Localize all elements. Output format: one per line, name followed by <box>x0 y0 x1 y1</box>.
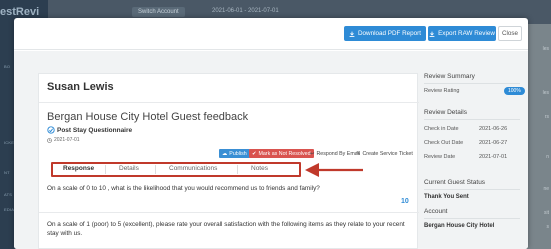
create-service-ticket-label: Create Service Ticket <box>362 150 413 157</box>
check-in-label: Check in Date <box>424 126 459 132</box>
download-pdf-label: Download PDF Report <box>358 30 421 37</box>
review-content-card: Susan Lewis Bergan House City Hotel Gues… <box>38 73 419 249</box>
question-text: On a scale of 0 to 10 , what is the like… <box>47 185 320 192</box>
bg-nav-item[interactable]: BO <box>4 64 10 69</box>
divider <box>424 119 520 120</box>
bg-text: ne <box>543 186 549 192</box>
bg-nav-item[interactable]: NT <box>4 170 10 175</box>
tab-details[interactable]: Details <box>119 165 139 172</box>
bg-text: les <box>542 90 549 96</box>
reply-icon: ↩ <box>310 150 315 157</box>
review-date-value: 2021-07-01 <box>479 154 508 160</box>
guest-status-title: Current Guest Status <box>424 179 486 186</box>
download-icon <box>349 31 355 37</box>
review-rating-label: Review Rating <box>424 88 460 94</box>
guest-status-value: Thank You Sent <box>424 194 469 200</box>
bg-text: n <box>546 154 549 160</box>
create-service-ticket-button[interactable]: ✎ Create Service Ticket <box>353 149 416 158</box>
clock-icon <box>47 137 52 143</box>
check-out-label: Check Out Date <box>424 140 464 146</box>
bg-nav-item[interactable]: EDIA <box>4 207 14 212</box>
questionnaire-name: Post Stay Questionnaire <box>57 126 133 134</box>
divider <box>39 102 419 103</box>
cloud-icon: ☁ <box>222 150 228 157</box>
download-pdf-button[interactable]: Download PDF Report <box>344 26 426 41</box>
brand-logo-text: estRevi <box>0 6 40 18</box>
review-summary-panel: Review Summary Review Rating 100% Review… <box>424 73 525 249</box>
bg-text: s <box>546 224 550 230</box>
export-raw-label: Export RAW Review <box>438 30 495 37</box>
switch-account-button[interactable]: Switch Account <box>132 7 185 17</box>
review-details-title: Review Details <box>424 109 467 116</box>
review-date-label: Review Date <box>424 154 456 160</box>
feedback-title: Bergan House City Hotel Guest feedback <box>47 111 249 123</box>
review-tabs: Response Details Communications Notes <box>51 162 301 177</box>
questionnaire-label: Post Stay Questionnaire <box>47 126 132 134</box>
tab-separator <box>155 165 156 174</box>
guest-name: Susan Lewis <box>47 81 114 93</box>
bg-text: rs <box>544 114 549 120</box>
bg-text: sit <box>544 210 549 216</box>
tab-notes[interactable]: Notes <box>251 165 268 172</box>
mark-not-resolved-button[interactable]: ✔ Mark as Not Resolved <box>249 149 314 158</box>
tab-separator <box>105 165 106 174</box>
export-raw-button[interactable]: Export RAW Review <box>428 26 496 41</box>
question-answer: 10 <box>401 198 409 205</box>
questionnaire-icon <box>47 126 55 134</box>
check-in-value: 2021-06-26 <box>479 126 508 132</box>
account-value: Bergan House City Hotel <box>424 223 495 229</box>
check-out-value: 2021-06-27 <box>479 140 508 146</box>
divider <box>424 189 520 190</box>
review-summary-title: Review Summary <box>424 73 475 80</box>
date-range: 2021-06-01 - 2021-07-01 <box>212 8 279 14</box>
tab-communications[interactable]: Communications <box>169 165 217 172</box>
tag-icon: ✎ <box>356 150 361 157</box>
annotation-arrow-icon <box>305 163 363 177</box>
export-icon <box>429 31 435 37</box>
tab-separator <box>237 165 238 174</box>
mark-not-resolved-label: Mark as Not Resolved <box>258 150 311 157</box>
modal-header: Download PDF Report Export RAW Review Cl… <box>14 18 528 50</box>
question-text: On a scale of 1 (poor) to 5 (excellent),… <box>47 221 405 237</box>
divider <box>424 218 520 219</box>
divider <box>39 212 419 213</box>
bg-nav-item[interactable]: ATS <box>4 192 12 197</box>
publish-label: Publish <box>229 150 247 157</box>
check-icon: ✔ <box>252 150 257 157</box>
review-modal: Download PDF Report Export RAW Review Cl… <box>14 18 528 249</box>
publish-button[interactable]: ☁ Publish <box>219 149 250 158</box>
close-button[interactable]: Close <box>498 26 522 41</box>
divider <box>424 83 520 84</box>
review-date: 2021-07-01 <box>54 137 80 143</box>
review-date-line: 2021-07-01 <box>47 137 80 143</box>
account-title: Account <box>424 208 448 215</box>
bg-text: les <box>542 46 549 52</box>
tab-response[interactable]: Response <box>63 165 94 172</box>
review-rating-badge: 100% <box>504 87 525 95</box>
modal-body: Susan Lewis Bergan House City Hotel Gues… <box>14 51 528 249</box>
